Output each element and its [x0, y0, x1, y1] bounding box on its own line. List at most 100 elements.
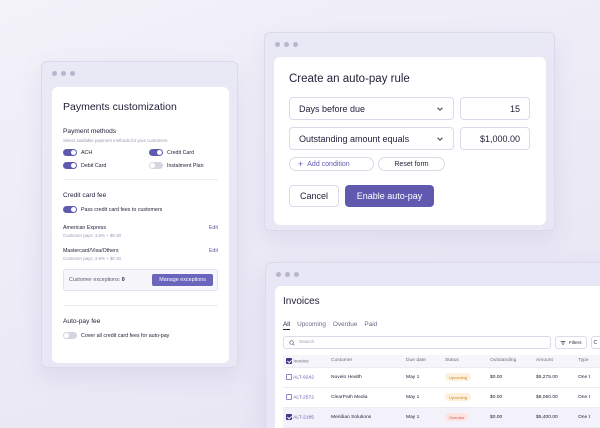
amount-cell: $5,400.00 [536, 407, 578, 428]
method-debit-card[interactable]: Debit Card [63, 162, 149, 169]
col-label: Invoice [293, 358, 309, 364]
col-invoice: Invoice [283, 355, 331, 368]
autopay-rule-title: Create an auto-pay rule [289, 73, 410, 85]
window-dot [61, 71, 66, 76]
payments-window: Payments customization Payment methods S… [41, 61, 238, 368]
window-dot [293, 42, 298, 47]
add-condition-button[interactable]: + Add condition [289, 157, 374, 171]
tab-all[interactable]: All [283, 321, 291, 330]
col-amount: Amount [536, 355, 578, 368]
card-name: American Express [63, 225, 106, 231]
invoice-tabs: All Upcoming Overdue Paid [283, 321, 600, 330]
amount-cell: $8,050.00 [536, 387, 578, 408]
col-customer: Customer [331, 355, 406, 368]
status-badge: Overdue [445, 413, 469, 421]
autopay-fee-label: Cover all credit card fees for auto-pay [81, 332, 170, 339]
payments-title: Payments customization [63, 101, 177, 113]
cancel-button[interactable]: Cancel [289, 185, 339, 207]
invoices-title: Invoices [283, 296, 320, 307]
instalment-plan-toggle[interactable] [149, 162, 163, 169]
method-credit-card[interactable]: Credit Card [149, 149, 229, 156]
method-instalment-plan[interactable]: Instalment Plan [149, 162, 229, 169]
window-dot [276, 272, 281, 277]
debit-card-toggle[interactable] [63, 162, 77, 169]
search-icon [289, 339, 295, 346]
filters-button[interactable]: Filters [555, 336, 587, 349]
card-fee: Customer pays: 2.9% + $0.30 [63, 256, 121, 261]
edit-amex-link[interactable]: Edit [209, 225, 218, 238]
row-checkbox[interactable] [286, 413, 292, 420]
col-type: Type [578, 355, 600, 368]
chevron-down-icon [437, 136, 443, 141]
window-dot [70, 71, 75, 76]
outstanding-cell: $0.00 [490, 367, 536, 388]
payment-methods-subtitle: Select available payment methods for you… [63, 138, 169, 143]
due-date-cell: May 1 [406, 407, 445, 428]
columns-button[interactable]: C [590, 336, 600, 349]
method-ach[interactable]: ACH [63, 149, 149, 156]
row-checkbox[interactable] [286, 393, 292, 400]
customer-cell: Meridian Solutions [331, 407, 406, 428]
credit-card-fee-heading: Credit card fee [63, 192, 107, 199]
invoices-card: Invoices All Upcoming Overdue Paid Searc… [275, 286, 600, 428]
divider [63, 305, 218, 306]
method-label: Instalment Plan [167, 162, 204, 169]
pass-fees-row[interactable]: Pass credit card fees to customers [63, 206, 218, 213]
tab-paid[interactable]: Paid [364, 321, 377, 330]
outstanding-cell: $0.00 [490, 387, 536, 408]
payment-methods-list: ACH Credit Card Debit Card Instalment Pl… [63, 149, 218, 169]
pass-fees-label: Pass credit card fees to customers [81, 206, 163, 213]
ach-toggle[interactable] [63, 149, 77, 156]
method-label: ACH [81, 149, 93, 156]
reset-form-button[interactable]: Reset form [378, 157, 445, 171]
input-value: 15 [509, 103, 520, 114]
select-value: Days before due [299, 103, 366, 114]
manage-exceptions-button[interactable]: Manage exceptions [152, 274, 213, 286]
enable-autopay-button[interactable]: Enable auto-pay [345, 185, 434, 207]
table-row[interactable]: ALT-2572 ClearPath Media May 1 Upcoming … [283, 387, 600, 408]
pass-fees-toggle[interactable] [63, 206, 77, 213]
table-row[interactable]: ALT-9242 Nuvelo Health May 1 Upcoming $0… [283, 367, 600, 388]
type-cell: One t [578, 387, 600, 408]
tab-overdue[interactable]: Overdue [333, 321, 358, 330]
select-value: Outstanding amount equals [299, 133, 410, 144]
search-input[interactable]: Search [283, 336, 551, 349]
divider [63, 179, 218, 180]
window-controls [276, 272, 299, 277]
tab-upcoming[interactable]: Upcoming [297, 321, 326, 330]
invoices-window: Invoices All Upcoming Overdue Paid Searc… [265, 262, 600, 428]
invoice-id[interactable]: ALT-2185 [293, 415, 314, 420]
amount-value-input[interactable]: $1,000.00 [460, 127, 530, 150]
type-cell: One t [578, 407, 600, 428]
invoice-id[interactable]: ALT-2572 [293, 395, 314, 400]
method-label: Debit Card [81, 162, 107, 169]
customer-cell: Nuvelo Health [331, 367, 406, 388]
autopay-fee-toggle[interactable] [63, 332, 77, 339]
card-fee-row: Mastercard/Visa/Others Customer pays: 2.… [63, 248, 218, 261]
card-fee: Customer pays: 3.5% + $0.30 [63, 233, 121, 238]
window-dot [284, 42, 289, 47]
col-due-date: Due date [406, 355, 445, 368]
edit-mastercard-link[interactable]: Edit [209, 248, 218, 261]
exceptions-count: 0 [121, 277, 125, 283]
window-dot [275, 42, 280, 47]
plus-icon: + [298, 158, 304, 169]
autopay-rule-window: Create an auto-pay rule Days before due … [264, 32, 555, 231]
card-fee-row: American Express Customer pays: 3.5% + $… [63, 225, 218, 238]
window-dot [294, 272, 299, 277]
row-checkbox[interactable] [286, 373, 292, 380]
filter-icon [560, 340, 566, 345]
condition-select-days[interactable]: Days before due [289, 97, 454, 120]
days-value-input[interactable]: 15 [460, 97, 530, 120]
condition-select-amount[interactable]: Outstanding amount equals [289, 127, 454, 150]
filters-label: Filters [569, 340, 582, 345]
credit-card-toggle[interactable] [149, 149, 163, 156]
autopay-fee-row[interactable]: Cover all credit card fees for auto-pay [63, 332, 218, 339]
outstanding-cell: $0.00 [490, 407, 536, 428]
select-all-checkbox[interactable] [286, 357, 292, 364]
table-row[interactable]: ALT-2185 Meridian Solutions May 1 Overdu… [283, 407, 600, 428]
type-cell: One t [578, 367, 600, 388]
invoice-id[interactable]: ALT-9242 [293, 375, 314, 380]
search-placeholder: Search [299, 340, 315, 345]
status-badge: Upcoming [445, 373, 472, 381]
